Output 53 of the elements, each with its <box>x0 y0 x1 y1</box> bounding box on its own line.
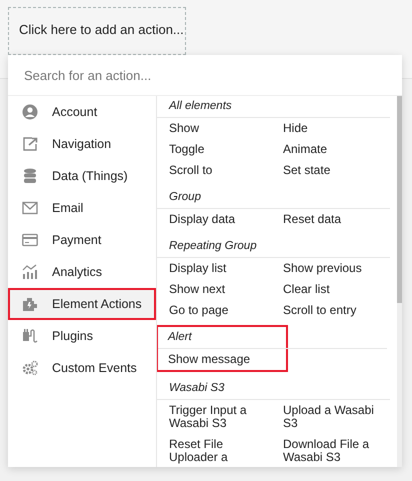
section-title: Repeating Group <box>157 236 390 258</box>
action-item[interactable]: Toggle <box>169 139 269 160</box>
category-label: Navigation <box>52 137 112 151</box>
database-icon <box>22 168 38 184</box>
action-item[interactable]: Display data <box>169 209 269 230</box>
category-label: Analytics <box>52 265 102 279</box>
category-label: Payment <box>52 233 102 247</box>
action-item[interactable]: Reset data <box>283 209 383 230</box>
category-item[interactable]: Account <box>8 96 156 128</box>
gears-icon <box>22 360 38 376</box>
action-item[interactable]: Display list <box>169 258 269 279</box>
category-item[interactable]: Data (Things) <box>8 160 156 192</box>
section-title: Wasabi S3 <box>157 378 390 400</box>
action-item[interactable]: Scroll to entry <box>283 300 383 321</box>
action-item[interactable]: Clear list <box>283 279 383 300</box>
action-item[interactable]: Reset File Uploader a <box>169 434 269 467</box>
category-item[interactable]: Element Actions <box>8 288 156 320</box>
scrollbar[interactable] <box>397 96 402 467</box>
credit-card-icon <box>22 232 38 248</box>
action-item[interactable]: Download File a Wasabi S3 <box>283 434 383 467</box>
category-label: Data (Things) <box>52 169 128 183</box>
plug-icon <box>22 328 38 344</box>
search-field[interactable]: Search for an action... <box>8 55 402 96</box>
share-icon <box>22 136 38 152</box>
action-item[interactable]: Set state <box>283 160 383 181</box>
envelope-icon <box>22 200 38 216</box>
category-item[interactable]: Payment <box>8 224 156 256</box>
action-item[interactable]: Trigger Input a Wasabi S3 <box>169 400 269 434</box>
category-label: Plugins <box>52 329 93 343</box>
action-item[interactable]: Show previous <box>283 258 383 279</box>
action-item[interactable]: Scroll to <box>169 160 269 181</box>
action-item[interactable]: Show <box>169 118 269 139</box>
action-item[interactable]: Animate <box>283 139 383 160</box>
category-label: Account <box>52 105 98 119</box>
puzzle-icon <box>22 296 38 312</box>
chart-icon <box>22 264 38 280</box>
category-item[interactable]: Analytics <box>8 256 156 288</box>
action-item[interactable]: Show next <box>169 279 269 300</box>
category-label: Email <box>52 201 84 215</box>
category-item[interactable]: Plugins <box>8 320 156 352</box>
category-label: Element Actions <box>52 297 142 311</box>
action-item[interactable]: Go to page <box>169 300 269 321</box>
category-item[interactable]: Custom Events <box>8 352 156 384</box>
category-label: Custom Events <box>52 361 137 375</box>
section-title: Group <box>157 187 390 209</box>
section-title: Alert <box>158 327 387 349</box>
action-item[interactable]: Hide <box>283 118 383 139</box>
user-icon <box>22 104 38 120</box>
category-item[interactable]: Navigation <box>8 128 156 160</box>
section-title: All elements <box>157 96 390 118</box>
category-item[interactable]: Email <box>8 192 156 224</box>
action-item[interactable]: Upload a Wasabi S3 <box>283 400 383 434</box>
action-item[interactable]: Show message <box>168 349 268 370</box>
